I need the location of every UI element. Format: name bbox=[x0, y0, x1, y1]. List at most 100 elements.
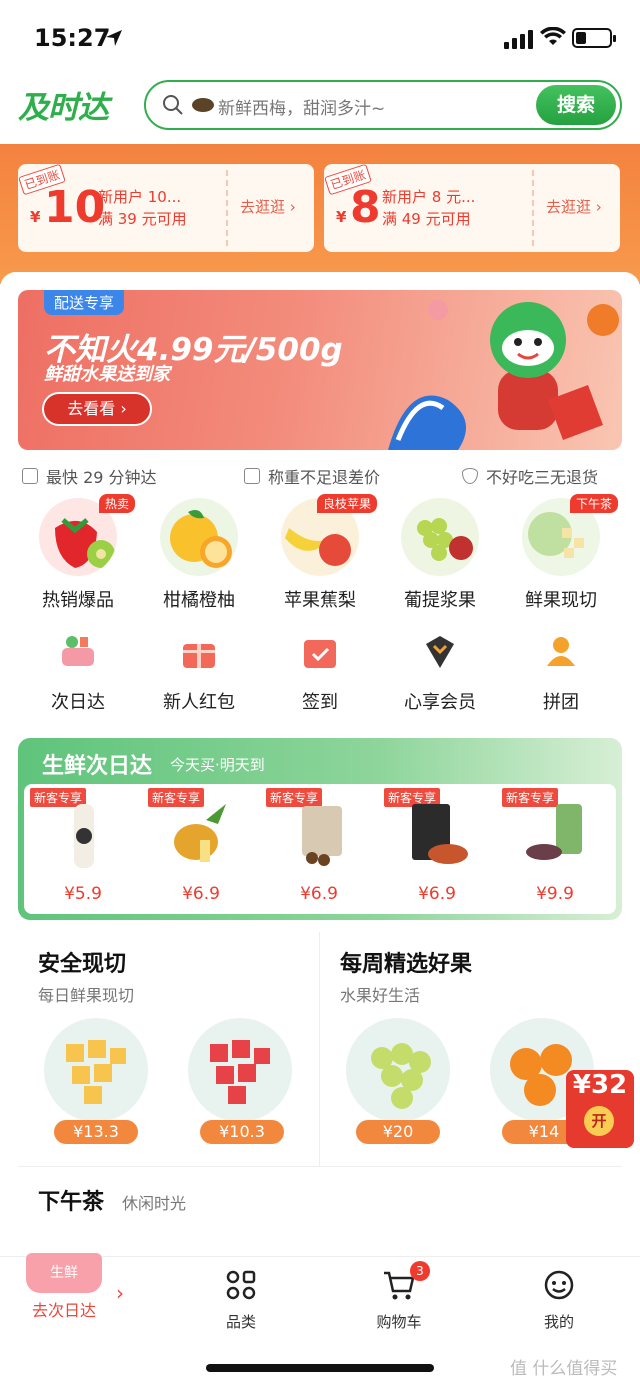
category-label: 鲜果现切 bbox=[525, 590, 597, 611]
promise-item: 称重不足退差价 bbox=[244, 464, 380, 488]
coupon-condition: 满 49 元可用 bbox=[382, 210, 471, 228]
tab-cart[interactable]: 购物车 bbox=[354, 1269, 444, 1332]
box-icon bbox=[22, 468, 38, 484]
promise-item: 最快 29 分钟达 bbox=[22, 464, 157, 488]
search-bar[interactable]: 新鲜西梅，甜润多汁~ 搜索 bbox=[144, 80, 622, 130]
card-subtitle: 每日鲜果现切 bbox=[38, 986, 135, 1005]
tab-category[interactable]: 品类 bbox=[196, 1269, 286, 1332]
grain-jar-image bbox=[526, 804, 582, 860]
promise-text: 称重不足退差价 bbox=[268, 468, 381, 487]
promise-item: 不好吃三无退货 bbox=[462, 464, 598, 488]
red-packet-amount: ¥32 bbox=[572, 1070, 628, 1100]
category-fresh-cut[interactable]: 下午茶 鲜果现切 bbox=[501, 494, 621, 612]
product-price: ¥5.9 bbox=[64, 884, 102, 904]
prune-thumbnail bbox=[192, 98, 214, 112]
product-price: ¥6.9 bbox=[182, 884, 220, 904]
chevron-right-icon: › bbox=[116, 1281, 124, 1305]
category-tag: 热卖 bbox=[98, 494, 135, 513]
next-day-product[interactable]: 新客专享 ¥5.9 bbox=[24, 784, 142, 914]
next-day-title: 生鲜次日达 bbox=[42, 754, 153, 779]
promise-text: 最快 29 分钟达 bbox=[46, 468, 157, 487]
coupon-go-button[interactable]: 去逛逛 › bbox=[546, 196, 602, 217]
product-price: ¥13.3 bbox=[54, 1120, 138, 1144]
banner-subtitle: 鲜甜水果送到家 bbox=[44, 364, 170, 385]
service-promises: 最快 29 分钟达 称重不足退差价 不好吃三无退货 bbox=[22, 462, 622, 488]
coupon-amount: 8 bbox=[350, 182, 381, 233]
shortcut-next-day[interactable]: 次日达 bbox=[18, 632, 138, 714]
search-input[interactable]: 新鲜西梅，甜润多汁~ bbox=[218, 94, 385, 119]
coupon-card[interactable]: 已到账 ¥ 8 新用户 8 元... 满 49 元可用 去逛逛 › bbox=[324, 164, 620, 252]
watermelon-cubes-image bbox=[188, 1018, 292, 1122]
coupon-card[interactable]: 已到账 ¥ 10 新用户 10... 满 39 元可用 去逛逛 › bbox=[18, 164, 314, 252]
banner-badge: 配送专享 bbox=[44, 290, 125, 315]
product-price: ¥20 bbox=[356, 1120, 440, 1144]
milk-bottle-image bbox=[74, 804, 94, 868]
location-arrow-icon bbox=[106, 30, 122, 46]
battery-icon bbox=[572, 28, 616, 48]
next-day-product[interactable]: 新客专享 ¥6.9 bbox=[378, 784, 496, 914]
next-day-product[interactable]: 新客专享 ¥6.9 bbox=[142, 784, 260, 914]
next-day-subtitle: 今天买·明天到 bbox=[170, 756, 265, 774]
next-day-products: 新客专享 ¥5.9 新客专享 ¥6.9 新客专享 ¥6.9 新客专享 ¥6.9 … bbox=[24, 784, 616, 914]
home-indicator[interactable] bbox=[206, 1364, 434, 1372]
section-divider bbox=[18, 1166, 622, 1167]
coupon-currency: ¥ bbox=[336, 208, 347, 226]
search-button[interactable]: 搜索 bbox=[536, 85, 616, 125]
next-day-section[interactable]: 生鲜次日达 今天买·明天到 新客专享 ¥5.9 新客专享 ¥6.9 新客专享 ¥… bbox=[18, 738, 622, 920]
tab-label: 购物车 bbox=[376, 1313, 422, 1331]
coupon-go-button[interactable]: 去逛逛 › bbox=[240, 196, 296, 217]
banner-cta-button[interactable]: 去看看 › bbox=[42, 392, 152, 426]
status-bar: 15:27 bbox=[0, 0, 640, 74]
promo-banner[interactable]: 配送专享 不知火4.99元/500g 鲜甜水果送到家 去看看 › bbox=[18, 290, 622, 450]
citrus-image bbox=[160, 498, 238, 576]
next-day-product[interactable]: 新客专享 ¥6.9 bbox=[260, 784, 378, 914]
category-hot[interactable]: 热卖 热销爆品 bbox=[18, 494, 138, 612]
search-icon bbox=[163, 95, 183, 115]
mascot-illustration bbox=[388, 300, 619, 450]
category-row: 热卖 热销爆品 柑橘橙柚 良枝苹果 苹果蕉梨 葡提浆果 下午茶 鲜果现切 bbox=[0, 494, 640, 628]
section-title: 下午茶 bbox=[38, 1190, 105, 1215]
shortcut-new-user-gift[interactable]: 新人红包 bbox=[139, 632, 259, 714]
next-day-product[interactable]: 新客专享 ¥9.9 bbox=[496, 784, 614, 914]
coupon-title: 新用户 10... bbox=[98, 188, 182, 206]
app-logo: 及时达 bbox=[18, 90, 109, 126]
shortcut-membership[interactable]: 心享会员 bbox=[380, 632, 500, 714]
product-price: ¥9.9 bbox=[536, 884, 574, 904]
tab-label: 我的 bbox=[543, 1313, 574, 1331]
coupon-amount: 10 bbox=[44, 182, 106, 233]
status-time: 15:27 bbox=[34, 24, 111, 52]
shortcut-row: 次日达 新人红包 签到 心享会员 拼团 bbox=[0, 632, 640, 722]
basket-icon bbox=[62, 636, 94, 666]
category-apple-banana[interactable]: 良枝苹果 苹果蕉梨 bbox=[260, 494, 380, 612]
tab-label: 品类 bbox=[225, 1313, 256, 1331]
shortcut-label: 拼团 bbox=[543, 692, 579, 713]
rice-noodle-image bbox=[412, 804, 468, 864]
coupon-condition: 满 39 元可用 bbox=[98, 210, 187, 228]
fresh-tab-label: 去次日达 bbox=[32, 1301, 97, 1320]
shortcut-label: 新人红包 bbox=[163, 692, 235, 713]
red-packet-open-button[interactable]: 开 bbox=[584, 1106, 614, 1136]
fresh-cut-image: 下午茶 bbox=[522, 494, 618, 576]
shortcut-label: 签到 bbox=[302, 692, 338, 713]
category-tag: 良枝苹果 bbox=[316, 494, 377, 513]
category-citrus[interactable]: 柑橘橙柚 bbox=[139, 498, 259, 612]
tab-next-day-fresh[interactable]: 生鲜 去次日达 › bbox=[0, 1247, 140, 1327]
product-price: ¥6.9 bbox=[300, 884, 338, 904]
category-label: 葡提浆果 bbox=[404, 590, 476, 611]
category-grapes[interactable]: 葡提浆果 bbox=[380, 498, 500, 612]
shortcut-label: 心享会员 bbox=[404, 692, 476, 713]
shortcut-group-buy[interactable]: 拼团 bbox=[501, 632, 621, 714]
red-packet-float[interactable]: ¥32 开 bbox=[566, 1070, 634, 1148]
category-label: 热销爆品 bbox=[42, 590, 114, 611]
card-subtitle: 水果好生活 bbox=[340, 986, 421, 1005]
shortcut-check-in[interactable]: 签到 bbox=[260, 632, 380, 714]
product-price: ¥6.9 bbox=[418, 884, 456, 904]
tab-profile[interactable]: 我的 bbox=[514, 1269, 604, 1332]
category-label: 柑橘橙柚 bbox=[163, 590, 235, 611]
coupon-currency: ¥ bbox=[30, 208, 41, 226]
fresh-cut-card[interactable]: 安全现切 每日鲜果现切 ¥13.3 ¥10.3 bbox=[18, 932, 320, 1166]
apple-banana-image: 良枝苹果 bbox=[281, 494, 377, 576]
profile-face-icon bbox=[544, 1270, 574, 1300]
section-subtitle: 休闲时光 bbox=[122, 1194, 187, 1213]
category-label: 苹果蕉梨 bbox=[284, 590, 356, 611]
